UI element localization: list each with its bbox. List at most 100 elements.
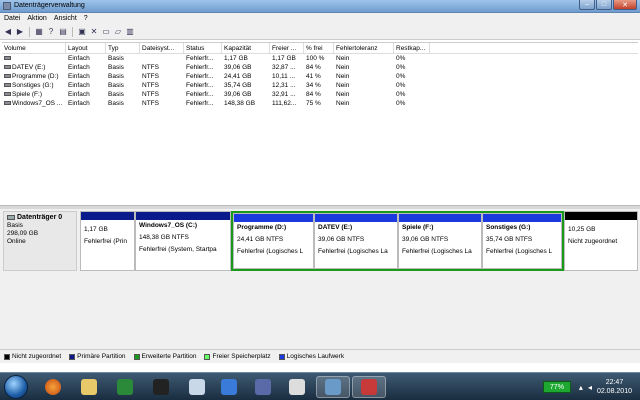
- volume-capacity: 39,06 GB: [224, 64, 252, 71]
- partition-size: 148,38 GB NTFS: [139, 234, 189, 241]
- unallocated-bar: [565, 212, 637, 220]
- partition-size: 10,25 GB: [568, 226, 596, 233]
- title-bar: Datenträgerverwaltung – □ ✕: [0, 0, 640, 13]
- logical-drive-bar: [399, 214, 481, 222]
- column-typ[interactable]: Typ: [106, 43, 140, 53]
- volume-free: 111,62...: [272, 100, 297, 107]
- volume-icon: [4, 101, 11, 106]
- column-prozent-frei[interactable]: % frei: [304, 43, 334, 53]
- minimize-button[interactable]: –: [579, 0, 595, 10]
- menu-datei[interactable]: Datei: [4, 15, 20, 22]
- clock[interactable]: 22:47 02.08.2010: [597, 378, 632, 396]
- taskbar-app[interactable]: [316, 376, 350, 398]
- taskbar-app[interactable]: [108, 376, 142, 398]
- volume-fault-tolerance: Nein: [336, 55, 350, 62]
- volume-status: Fehlerfr...: [186, 73, 214, 80]
- delete-icon[interactable]: ✕: [89, 27, 99, 37]
- volume-percent-free: 100 %: [306, 55, 325, 62]
- network-icon[interactable]: ▴: [579, 383, 583, 392]
- volume-icon[interactable]: ◂: [588, 383, 592, 392]
- logical-drive[interactable]: Programme (D:) 24,41 GB NTFS Fehlerfrei …: [233, 213, 314, 269]
- logical-drive[interactable]: DATEV (E:) 39,06 GB NTFS Fehlerfrei (Log…: [314, 213, 398, 269]
- table-row[interactable]: Windows7_OS ... Einfach Basis NTFS Fehlerfr.…: [2, 99, 638, 108]
- table-row[interactable]: Einfach Basis Fehlerfr... 1,17 GB 1,17 GB 100…: [2, 54, 638, 63]
- column-restkapazitaet[interactable]: Restkap...: [394, 43, 430, 53]
- partition-name: DATEV (E:): [318, 224, 353, 231]
- volume-type: Basis: [108, 55, 124, 62]
- taskbar-app[interactable]: [280, 376, 314, 398]
- battery-indicator[interactable]: 77%: [542, 381, 571, 393]
- volume-free: 10,11 ...: [272, 73, 296, 80]
- taskbar-virtualbox[interactable]: [246, 376, 280, 398]
- properties-icon[interactable]: ▥: [125, 27, 135, 37]
- column-fehlertoleranz[interactable]: Fehlertoleranz: [334, 43, 394, 53]
- disk-size: 298,09 GB: [7, 230, 39, 237]
- primary-partition-bar: [81, 212, 134, 220]
- close-button[interactable]: ✕: [613, 0, 637, 10]
- column-layout[interactable]: Layout: [66, 43, 106, 53]
- table-row[interactable]: DATEV (E:) Einfach Basis NTFS Fehlerfr... 39,…: [2, 63, 638, 72]
- volume-free: 32,91 ...: [272, 91, 296, 98]
- volume-name: Programme (D:): [2, 72, 66, 81]
- taskbar-app[interactable]: [212, 376, 246, 398]
- volume-overhead: 0%: [396, 91, 406, 98]
- app-icon: [189, 379, 205, 395]
- grid-icon[interactable]: ▦: [34, 27, 44, 37]
- column-kapazitaet[interactable]: Kapazität: [222, 43, 270, 53]
- table-row[interactable]: Programme (D:) Einfach Basis NTFS Fehlerfr..…: [2, 72, 638, 81]
- menu-ansicht[interactable]: Ansicht: [54, 15, 77, 22]
- volume-status: Fehlerfr...: [186, 91, 214, 98]
- menu-help[interactable]: ?: [84, 15, 88, 22]
- taskbar-explorer[interactable]: [72, 376, 106, 398]
- logical-drive[interactable]: Spiele (F:) 39,06 GB NTFS Fehlerfrei (Lo…: [398, 213, 482, 269]
- volume-layout: Einfach: [68, 91, 90, 98]
- taskbar-app[interactable]: [144, 376, 178, 398]
- back-icon[interactable]: ◀: [3, 27, 13, 37]
- column-status[interactable]: Status: [184, 43, 222, 53]
- legend-swatch: [133, 353, 140, 360]
- partition-status: Fehlerfrei (Logisches La: [402, 248, 472, 255]
- start-button[interactable]: [4, 375, 28, 399]
- folder-open-icon[interactable]: ▱: [113, 27, 123, 37]
- taskbar-app[interactable]: [180, 376, 214, 398]
- volume-free: 12,31 ...: [272, 82, 296, 89]
- partition-block[interactable]: 1,17 GB Fehlerfrei (Prin: [80, 211, 135, 271]
- taskbar-disk-management[interactable]: [352, 376, 386, 398]
- volume-filesystem: NTFS: [142, 64, 159, 71]
- table-row[interactable]: Sonstiges (G:) Einfach Basis NTFS Fehlerfr..…: [2, 81, 638, 90]
- volume-capacity: 1,17 GB: [224, 55, 248, 62]
- legend-swatch: [204, 353, 211, 360]
- partition-size: 1,17 GB: [84, 226, 108, 233]
- taskbar-firefox[interactable]: [36, 376, 70, 398]
- column-dateisystem[interactable]: Dateisyst...: [140, 43, 184, 53]
- legend-item: Primäre Partition: [69, 353, 126, 360]
- properties-icon[interactable]: ▤: [58, 27, 68, 37]
- legend-item: Logisches Laufwerk: [278, 353, 344, 360]
- extended-partition: Programme (D:) 24,41 GB NTFS Fehlerfrei …: [231, 211, 564, 271]
- help-icon[interactable]: ?: [46, 27, 56, 37]
- logical-drive[interactable]: Sonstiges (G:) 35,74 GB NTFS Fehlerfrei …: [482, 213, 562, 269]
- maximize-button[interactable]: □: [596, 0, 612, 10]
- legend: Nicht zugeordnet Primäre Partition Erwei…: [0, 349, 640, 363]
- forward-icon[interactable]: ▶: [15, 27, 25, 37]
- menu-aktion[interactable]: Aktion: [27, 15, 46, 22]
- table-row[interactable]: Spiele (F:) Einfach Basis NTFS Fehlerfr... 39…: [2, 90, 638, 99]
- logical-drive-bar: [483, 214, 561, 222]
- column-freier-speicher[interactable]: Freier ...: [270, 43, 304, 53]
- volume-percent-free: 41 %: [306, 73, 321, 80]
- partition-block[interactable]: Windows7_OS (C:) 148,38 GB NTFS Fehlerfr…: [135, 211, 231, 271]
- folder-icon[interactable]: ▭: [101, 27, 111, 37]
- disk-label[interactable]: Datenträger 0 Basis 298,09 GB Online: [3, 211, 77, 271]
- unallocated-space[interactable]: 10,25 GB Nicht zugeordnet: [564, 211, 638, 271]
- volume-capacity: 148,38 GB: [224, 100, 256, 107]
- disk-type: Basis: [7, 222, 23, 229]
- column-volume[interactable]: Volume: [2, 43, 66, 53]
- volume-layout: Einfach: [68, 64, 90, 71]
- volume-filesystem: NTFS: [142, 100, 159, 107]
- volume-overhead: 0%: [396, 73, 406, 80]
- firefox-icon: [45, 379, 61, 395]
- volume-filesystem: NTFS: [142, 91, 159, 98]
- volume-percent-free: 84 %: [306, 64, 321, 71]
- volume-percent-free: 84 %: [306, 91, 321, 98]
- disk-icon[interactable]: ▣: [77, 27, 87, 37]
